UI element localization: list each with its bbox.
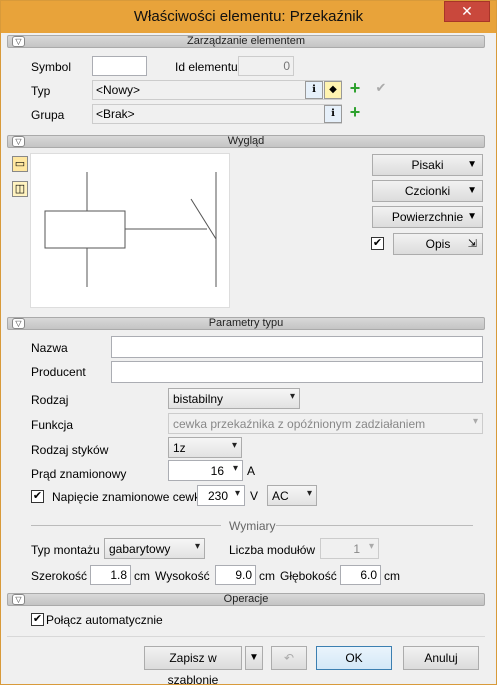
- voltage-kind-value: AC: [272, 489, 289, 503]
- function-label: Funkcja: [31, 418, 74, 432]
- kind-label: Rodzaj: [31, 393, 69, 407]
- section-operations-header[interactable]: ▽ Operacje: [7, 593, 485, 606]
- depth-input[interactable]: 6.0: [340, 565, 381, 585]
- section-type-params-header[interactable]: ▽ Parametry typu: [7, 317, 485, 330]
- description-checkbox[interactable]: ✔: [371, 237, 384, 250]
- chevron-down-icon: ▾: [306, 488, 312, 499]
- mount-select[interactable]: gabarytowy ▾: [104, 538, 205, 559]
- depth-label: Głębokość: [280, 569, 337, 583]
- width-input[interactable]: 1.8: [90, 565, 131, 585]
- modules-label: Liczba modułów: [229, 543, 316, 557]
- view-3d-icon[interactable]: ◫: [12, 181, 28, 197]
- section-management-header[interactable]: ▽ Zarządzanie elementem: [7, 35, 485, 48]
- surfaces-button[interactable]: Powierzchnie ▼: [372, 206, 483, 228]
- current-value: 16: [210, 464, 224, 478]
- kind-select[interactable]: bistabilny ▾: [168, 388, 300, 409]
- footer-divider: [7, 636, 485, 637]
- chevron-down-icon: ▾: [194, 541, 200, 552]
- fonts-button[interactable]: Czcionki ▼: [372, 180, 483, 202]
- current-select[interactable]: 16 ▾: [168, 460, 243, 481]
- group-field[interactable]: <Brak>: [92, 104, 342, 124]
- auto-connect-label: Połącz automatycznie: [46, 613, 163, 627]
- auto-connect-checkbox[interactable]: ✔: [31, 613, 44, 626]
- voltage-label: Napięcie znamionowe cewki: [52, 490, 203, 504]
- function-select: cewka przekaźnika z opóźnionym zadziałan…: [168, 413, 483, 434]
- width-unit: cm: [134, 569, 150, 583]
- chevron-down-icon: ▾: [368, 541, 374, 552]
- voltage-select[interactable]: 230 ▾: [197, 485, 245, 506]
- modules-select: 1 ▾: [320, 538, 379, 559]
- group-label: Grupa: [31, 108, 65, 122]
- symbol-label: Symbol: [31, 60, 72, 74]
- popout-icon: ⇲: [467, 238, 477, 250]
- height-label: Wysokość: [155, 569, 210, 583]
- chevron-down-icon: ▾: [289, 391, 295, 402]
- chevron-down-icon: ▼: [467, 185, 477, 196]
- chevron-down-icon: ▾: [231, 440, 237, 451]
- description-button[interactable]: Opis ⇲: [393, 233, 483, 255]
- kind-value: bistabilny: [173, 392, 224, 406]
- symbol-preview: [30, 153, 230, 308]
- symbol-input[interactable]: [92, 56, 147, 76]
- ok-button[interactable]: OK: [316, 646, 392, 670]
- chevron-down-icon: ▼: [467, 159, 477, 170]
- pens-label: Pisaki: [411, 158, 444, 172]
- function-value: cewka przekaźnika z opóźnionym zadziałan…: [173, 417, 426, 431]
- cancel-button[interactable]: Anuluj: [403, 646, 479, 670]
- width-label: Szerokość: [31, 569, 88, 583]
- height-unit: cm: [259, 569, 275, 583]
- section-appearance-title: Wygląd: [227, 135, 265, 147]
- chevron-down-icon: ▾: [234, 488, 240, 499]
- depth-unit: cm: [384, 569, 400, 583]
- voltage-unit: V: [250, 489, 259, 503]
- chevron-down-icon: ▾: [472, 416, 478, 427]
- dimensions-divider-right: [276, 525, 473, 526]
- current-unit: A: [247, 464, 256, 478]
- add-group-icon[interactable]: +: [346, 103, 364, 122]
- mount-label: Typ montażu: [31, 543, 100, 557]
- mount-value: gabarytowy: [109, 542, 171, 556]
- confirm-check-icon: ✔: [375, 80, 387, 95]
- description-label: Opis: [425, 237, 451, 251]
- add-type-icon[interactable]: +: [346, 79, 364, 98]
- type-info-icon[interactable]: ℹ: [305, 81, 323, 99]
- contacts-value: 1z: [173, 441, 186, 455]
- name-input[interactable]: [111, 336, 483, 358]
- producer-input[interactable]: [111, 361, 483, 383]
- chevron-down-icon: ▼: [467, 211, 477, 222]
- contacts-select[interactable]: 1z ▾: [168, 437, 242, 458]
- section-management-title: Zarządzanie elementem: [186, 35, 305, 47]
- type-tag-icon[interactable]: ◆: [324, 81, 342, 99]
- save-template-dropdown-icon[interactable]: ▼: [245, 646, 263, 670]
- element-id-label: Id elementu: [175, 60, 238, 74]
- undo-icon: ↶: [271, 646, 307, 670]
- voltage-value: 230: [207, 489, 228, 503]
- element-id-field: 0: [238, 56, 294, 76]
- title-bar: Właściwości elementu: Przekaźnik ✕: [1, 1, 496, 33]
- group-info-icon[interactable]: ℹ: [324, 105, 342, 123]
- save-template-button[interactable]: Zapisz w szablonie: [144, 646, 242, 685]
- type-label: Typ: [31, 84, 51, 98]
- current-label: Prąd znamionowy: [31, 467, 127, 481]
- view-2d-icon[interactable]: ▭: [12, 156, 28, 172]
- voltage-checkbox[interactable]: ✔: [31, 490, 44, 503]
- chevron-down-icon: ▾: [232, 463, 238, 474]
- name-label: Nazwa: [31, 341, 68, 355]
- relay-symbol-drawing: [44, 172, 217, 287]
- producer-label: Producent: [31, 365, 86, 379]
- dimensions-divider-left: [31, 525, 221, 526]
- close-button[interactable]: ✕: [444, 1, 490, 22]
- dimensions-title: Wymiary: [229, 519, 276, 533]
- section-appearance-header[interactable]: ▽ Wygląd: [7, 135, 485, 148]
- surfaces-label: Powierzchnie: [391, 210, 464, 224]
- fonts-label: Czcionki: [404, 184, 451, 198]
- window-title: Właściwości elementu: Przekaźnik: [133, 8, 364, 25]
- section-operations-title: Operacje: [223, 593, 269, 605]
- voltage-kind-select[interactable]: AC ▾: [267, 485, 317, 506]
- modules-value: 1: [353, 542, 360, 556]
- section-type-params-title: Parametry typu: [208, 317, 284, 329]
- pens-button[interactable]: Pisaki ▼: [372, 154, 483, 176]
- contacts-label: Rodzaj styków: [31, 443, 109, 457]
- height-input[interactable]: 9.0: [215, 565, 256, 585]
